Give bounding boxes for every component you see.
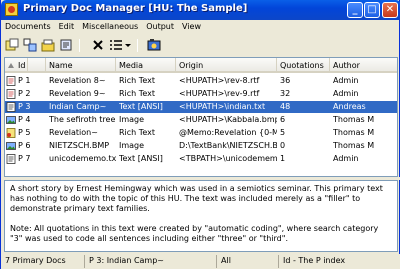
- cell-media: Rich Text: [119, 89, 155, 98]
- column-author[interactable]: Author: [330, 58, 397, 73]
- image-doc-icon: [6, 116, 16, 124]
- rich-text-doc-icon: [6, 89, 16, 99]
- delete-icon[interactable]: [91, 38, 105, 52]
- cell-quotations: 0: [280, 141, 286, 150]
- cell-id: P 3: [18, 102, 31, 111]
- comment-pane[interactable]: A short story by Ernest Hemingway which …: [4, 180, 398, 252]
- table-row[interactable]: P 1 Revelation 8~ Rich Text <HUPATH>\rev-8.…: [5, 75, 397, 87]
- comment-paragraph-2: Note: All quotations in this text were c…: [10, 224, 379, 243]
- cell-name: Revelation~: [49, 128, 98, 137]
- table-row[interactable]: P 2 Revelation 9~ Rich Text <HUPATH>\rev-9.…: [5, 88, 397, 100]
- assign-documents-icon[interactable]: [23, 38, 37, 52]
- cell-name: Revelation 8~: [49, 76, 106, 85]
- status-filter: All: [219, 255, 279, 268]
- primary-docs-list[interactable]: Id Name Media Origin Quotations Author P…: [4, 57, 398, 177]
- toolbar: [1, 36, 400, 56]
- column-quotations[interactable]: Quotations: [277, 58, 330, 73]
- memo-doc-icon: [6, 128, 16, 138]
- cell-media: Text [ANSI]: [119, 102, 163, 111]
- menu-edit[interactable]: Edit: [55, 21, 79, 35]
- view-list-icon[interactable]: [109, 38, 123, 52]
- cell-author: Thomas M: [333, 115, 375, 124]
- cell-media: Text [ANSI]: [119, 154, 163, 163]
- cell-origin: <HUPATH>\indian.txt: [179, 102, 266, 111]
- cell-quotations: 6: [280, 115, 286, 124]
- display-image-icon[interactable]: [147, 38, 161, 52]
- cell-name: Revelation 9~: [49, 89, 106, 98]
- table-row[interactable]: P 5 Revelation~ Rich Text @Memo:Revelation …: [5, 127, 397, 139]
- toolbar-separator: [79, 39, 80, 52]
- cell-media: Rich Text: [119, 76, 155, 85]
- app-icon: [5, 3, 18, 16]
- cell-quotations: 36: [280, 76, 291, 85]
- toolbar-separator: [137, 39, 138, 52]
- cell-quotations: 1: [280, 154, 286, 163]
- text-doc-icon: [6, 154, 16, 164]
- cell-id: P 1: [18, 76, 31, 85]
- cell-id: P 5: [18, 128, 31, 137]
- cell-name: The sefiroth tree~: [49, 115, 116, 124]
- cell-quotations: 5: [280, 128, 286, 137]
- column-name[interactable]: Name: [46, 58, 116, 73]
- families-icon[interactable]: [41, 38, 55, 52]
- menu-output[interactable]: Output: [142, 21, 178, 35]
- cell-id: P 2: [18, 89, 31, 98]
- cell-media: Image: [119, 115, 145, 124]
- close-button[interactable]: ✕: [382, 2, 398, 18]
- cell-author: Admin: [333, 89, 359, 98]
- status-doc-count: 7 Primary Docs: [3, 255, 85, 268]
- status-sort: Id - The P index: [283, 256, 346, 265]
- cell-id: P 6: [18, 141, 31, 150]
- sort-ascending-icon: [8, 63, 14, 68]
- table-row[interactable]: P 3 Indian Camp~ Text [ANSI] <HUPATH>\india…: [5, 101, 397, 113]
- table-row[interactable]: P 7 unicodememo.txt Text [ANSI] <TBPATH>\un…: [5, 153, 397, 165]
- new-document-icon[interactable]: [5, 38, 19, 52]
- maximize-button[interactable]: □: [364, 2, 380, 18]
- cell-author: Thomas M: [333, 128, 375, 137]
- cell-origin: D:\TextBank\NIETZSCH.B...: [179, 141, 277, 150]
- comment-paragraph-1: A short story by Ernest Hemingway which …: [10, 184, 383, 213]
- cell-id: P 7: [18, 154, 31, 163]
- text-doc-icon: [6, 102, 16, 112]
- cell-media: Image: [119, 141, 145, 150]
- table-row[interactable]: P 6 NIETZSCH.BMP Image D:\TextBank\NIETZSCH…: [5, 140, 397, 152]
- minimize-button[interactable]: _: [347, 2, 363, 18]
- column-media[interactable]: Media: [116, 58, 176, 73]
- cell-quotations: 32: [280, 89, 291, 98]
- cell-name: Indian Camp~: [49, 102, 107, 111]
- rich-text-doc-icon: [6, 76, 16, 86]
- primary-doc-manager-window: Primary Doc Manager [HU: The Sample] _ □…: [0, 0, 400, 269]
- menu-bar: Documents Edit Miscellaneous Output View: [1, 21, 400, 35]
- table-row[interactable]: P 4 The sefiroth tree~ Image <HUPATH>\Kabba…: [5, 114, 397, 126]
- cell-author: Andreas: [333, 102, 366, 111]
- window-title: Primary Doc Manager [HU: The Sample]: [23, 3, 248, 14]
- cell-name: NIETZSCH.BMP: [49, 141, 110, 150]
- column-id[interactable]: Id: [15, 58, 46, 73]
- menu-documents[interactable]: Documents: [1, 21, 55, 35]
- image-doc-icon: [6, 142, 16, 150]
- cell-author: Thomas M: [333, 141, 375, 150]
- column-origin[interactable]: Origin: [176, 58, 277, 73]
- cell-media: Rich Text: [119, 128, 155, 137]
- cell-origin: @Memo:Revelation {0-M...: [179, 128, 277, 137]
- cell-id: P 4: [18, 115, 31, 124]
- cell-name: unicodememo.txt: [49, 154, 116, 163]
- list-header: Id Name Media Origin Quotations Author: [5, 58, 397, 73]
- menu-miscellaneous[interactable]: Miscellaneous: [78, 21, 142, 35]
- cell-author: Admin: [333, 76, 359, 85]
- status-current-doc: P 3: Indian Camp~: [87, 255, 217, 268]
- output-icon[interactable]: [59, 38, 73, 52]
- cell-author: Admin: [333, 154, 359, 163]
- chevron-down-icon[interactable]: [124, 38, 132, 52]
- cell-origin: <HUPATH>\rev-8.rtf: [179, 76, 260, 85]
- title-bar[interactable]: Primary Doc Manager [HU: The Sample] _ □…: [1, 0, 400, 20]
- menu-view[interactable]: View: [178, 21, 205, 35]
- cell-origin: <HUPATH>\rev-9.rtf: [179, 89, 260, 98]
- cell-origin: <HUPATH>\Kabbala.bmp: [179, 115, 277, 124]
- status-bar: 7 Primary Docs P 3: Indian Camp~ All Id …: [1, 254, 400, 269]
- cell-quotations: 48: [280, 102, 291, 111]
- cell-origin: <TBPATH>\unicodememo...: [179, 154, 277, 163]
